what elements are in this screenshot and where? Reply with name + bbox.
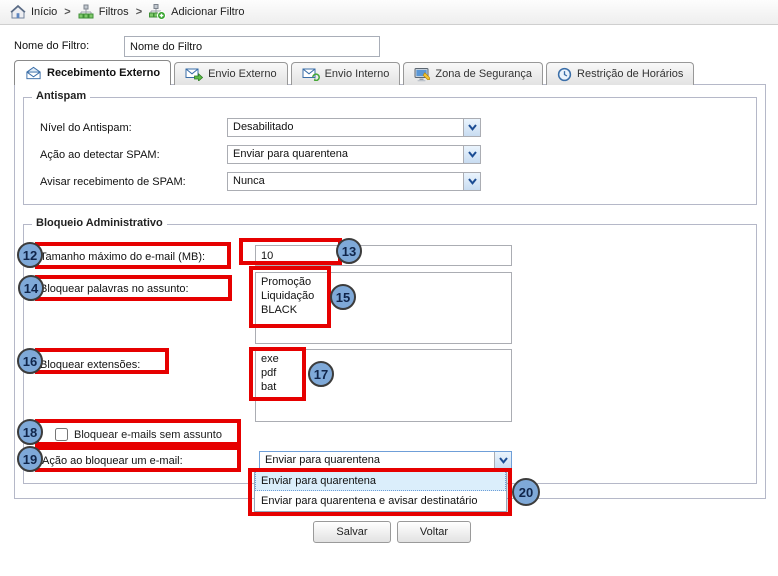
- tab-restricao-de-horarios[interactable]: Restrição de Horários: [546, 62, 694, 85]
- sitemap-add-icon: [149, 4, 166, 20]
- combobox-value: Enviar para quarentena: [260, 452, 494, 469]
- breadcrumb-separator: >: [136, 6, 142, 18]
- annotation-circle-19: 19: [17, 446, 43, 472]
- breadcrumb-label: Início: [31, 6, 57, 18]
- spam-action-label: Ação ao detectar SPAM:: [40, 149, 160, 161]
- spam-notify-label: Avisar recebimento de SPAM:: [40, 176, 186, 188]
- blocked-words-label: Bloquear palavras no assunto:: [40, 283, 189, 295]
- chevron-down-icon: [468, 178, 477, 185]
- blocked-words-textarea[interactable]: Promoção Liquidação BLACK: [255, 272, 512, 344]
- tab-label: Recebimento Externo: [47, 67, 160, 79]
- no-subject-checkbox[interactable]: [55, 428, 68, 441]
- tab-label: Envio Externo: [208, 68, 276, 80]
- block-action-dropdown-list: Enviar para quarentena Enviar para quare…: [254, 470, 507, 512]
- tab-envio-interno[interactable]: Envio Interno: [291, 62, 401, 85]
- breadcrumb-label: Filtros: [99, 6, 129, 18]
- combobox-trigger[interactable]: [463, 146, 480, 163]
- breadcrumb-home[interactable]: Início: [10, 4, 57, 20]
- combobox-value: Enviar para quarentena: [228, 146, 463, 163]
- annotation-circle-13: 13: [336, 238, 362, 264]
- annotation-circle-20: 20: [512, 478, 540, 506]
- annotation-circle-12: 12: [17, 242, 43, 268]
- admin-block-fieldset: Bloqueio Administrativo Tamanho máximo d…: [23, 224, 757, 484]
- filter-form-panel: Antispam Nível do Antispam: Desabilitado…: [14, 84, 766, 499]
- antispam-level-combobox[interactable]: Desabilitado: [227, 118, 481, 137]
- combobox-trigger[interactable]: [463, 173, 480, 190]
- blocked-extensions-textarea[interactable]: exe pdf bat: [255, 349, 512, 422]
- clock-icon: [557, 67, 572, 82]
- max-size-label: Tamanho máximo do e-mail (MB):: [40, 251, 205, 263]
- home-icon: [10, 4, 26, 20]
- annotation-circle-17: 17: [308, 361, 334, 387]
- add-filter-page: Início > Filtros > Adicionar Filtro Nome…: [0, 0, 778, 576]
- combobox-trigger[interactable]: [463, 119, 480, 136]
- back-button[interactable]: Voltar: [397, 521, 471, 543]
- tab-label: Envio Interno: [325, 68, 390, 80]
- annotation-circle-15: 15: [330, 284, 356, 310]
- antispam-level-label: Nível do Antispam:: [40, 122, 132, 134]
- envelope-send-icon: [185, 67, 203, 81]
- block-action-label: Ação ao bloquear um e-mail:: [42, 455, 183, 467]
- tab-label: Restrição de Horários: [577, 68, 683, 80]
- no-subject-label: Bloquear e-mails sem assunto: [74, 429, 222, 441]
- annotation-circle-16: 16: [17, 348, 43, 374]
- combobox-trigger[interactable]: [494, 452, 511, 469]
- tab-label: Zona de Segurança: [435, 68, 532, 80]
- filter-name-input[interactable]: [124, 36, 380, 57]
- save-button[interactable]: Salvar: [313, 521, 391, 543]
- combobox-value: Desabilitado: [228, 119, 463, 136]
- breadcrumb-separator: >: [64, 6, 70, 18]
- breadcrumb-add-filter[interactable]: Adicionar Filtro: [149, 4, 244, 20]
- chevron-down-icon: [499, 457, 508, 464]
- chevron-down-icon: [468, 124, 477, 131]
- tab-recebimento-externo[interactable]: Recebimento Externo: [14, 60, 171, 85]
- dropdown-option-quarentena-avisar[interactable]: Enviar para quarentena e avisar destinat…: [255, 491, 506, 511]
- combobox-value: Nunca: [228, 173, 463, 190]
- filter-name-label: Nome do Filtro:: [14, 40, 89, 52]
- monitor-edit-icon: [414, 67, 430, 82]
- antispam-legend: Antispam: [32, 90, 90, 102]
- spam-action-combobox[interactable]: Enviar para quarentena: [227, 145, 481, 164]
- chevron-down-icon: [468, 151, 477, 158]
- breadcrumb-filters[interactable]: Filtros: [78, 4, 129, 20]
- no-subject-row: Bloquear e-mails sem assunto: [55, 428, 222, 441]
- envelope-open-icon: [25, 66, 42, 80]
- breadcrumb: Início > Filtros > Adicionar Filtro: [0, 0, 778, 25]
- breadcrumb-label: Adicionar Filtro: [171, 6, 244, 18]
- antispam-fieldset: Antispam Nível do Antispam: Desabilitado…: [23, 97, 757, 205]
- max-size-input[interactable]: [255, 245, 512, 266]
- annotation-circle-18: 18: [17, 419, 43, 445]
- tab-zona-de-seguranca[interactable]: Zona de Segurança: [403, 62, 543, 85]
- spam-notify-combobox[interactable]: Nunca: [227, 172, 481, 191]
- envelope-sync-icon: [302, 67, 320, 81]
- blocked-extensions-label: Bloquear extensões:: [40, 359, 140, 371]
- dropdown-option-quarentena[interactable]: Enviar para quarentena: [255, 471, 506, 491]
- annotation-circle-14: 14: [18, 275, 44, 301]
- sitemap-icon: [78, 4, 94, 20]
- block-action-combobox[interactable]: Enviar para quarentena: [259, 451, 512, 470]
- tab-envio-externo[interactable]: Envio Externo: [174, 62, 287, 85]
- admin-block-legend: Bloqueio Administrativo: [32, 217, 167, 229]
- tab-strip: Recebimento Externo Envio Externo Envio …: [14, 60, 694, 85]
